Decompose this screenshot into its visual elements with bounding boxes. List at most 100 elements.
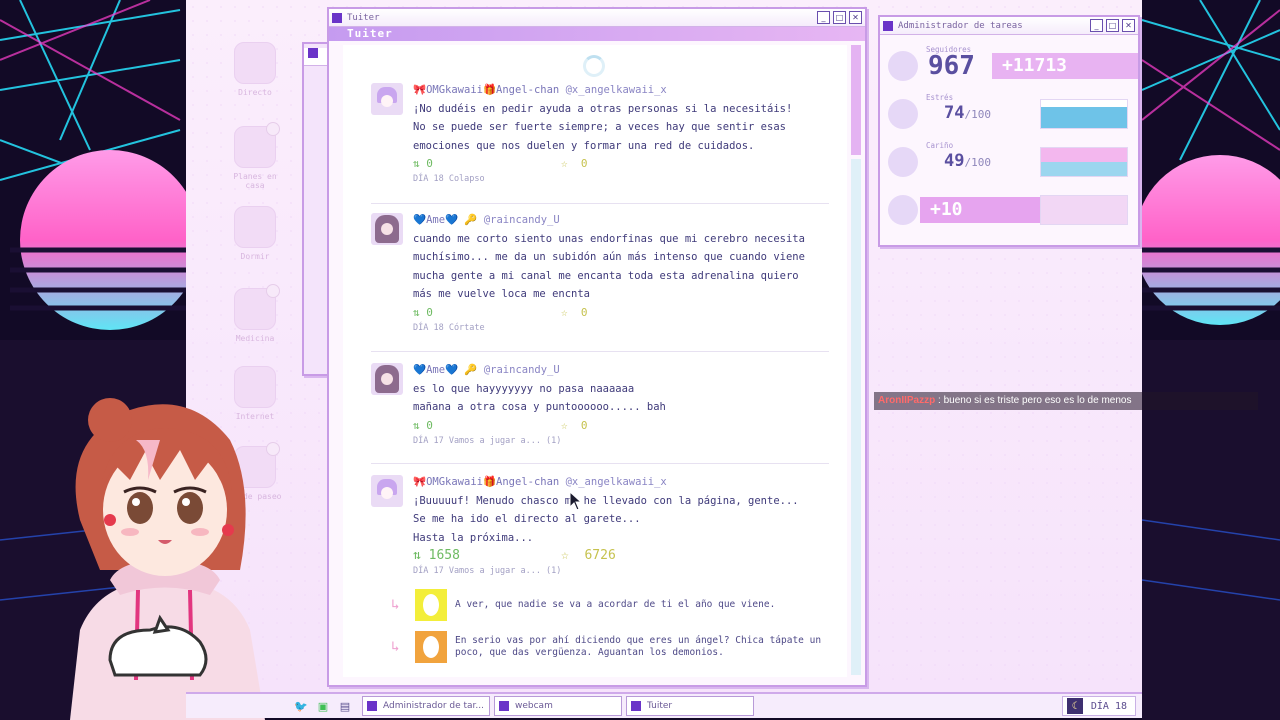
tweet[interactable]: 💙Ame💙 🔑 @raincandy_U es lo que hayyyyyyy… <box>371 361 829 464</box>
window-icon <box>332 12 342 23</box>
avatar-angel[interactable] <box>371 475 403 507</box>
affection-bar <box>1040 147 1128 177</box>
retweet-button[interactable]: ⇅ 0 <box>413 304 561 322</box>
window-icon <box>499 701 509 711</box>
tweet-text-line: emociones que nos duelen y formar una re… <box>413 139 755 152</box>
desktop-icon-medicine[interactable]: Medicina <box>222 284 288 343</box>
tweet-handle[interactable]: @x_angelkawaii_x <box>566 476 667 488</box>
window-icon <box>367 701 377 711</box>
favorite-count: 0 <box>580 418 588 432</box>
bed-icon <box>234 206 276 248</box>
minimize-button[interactable]: _ <box>1090 19 1103 32</box>
maximize-button[interactable]: □ <box>833 11 846 24</box>
reply-arrow-icon: ↳ <box>391 597 400 613</box>
desktop-icon-stream[interactable]: Directo <box>222 42 288 97</box>
chat-text: bueno si es triste pero eso es lo de men… <box>943 395 1132 406</box>
favorite-button[interactable]: ☆ 0 <box>561 155 588 173</box>
divider <box>371 463 829 464</box>
favorite-button[interactable]: ☆ 0 <box>561 304 588 322</box>
avatar-ame[interactable] <box>371 363 403 395</box>
tuiter-window[interactable]: Tuiter _ □ ✕ Tuiter 🎀OMGkawaii🎁Angel-cha… <box>327 7 867 687</box>
scrollbar-thumb[interactable] <box>851 45 861 155</box>
computer-icon[interactable]: ▤ <box>336 697 354 715</box>
stat-max: /100 <box>964 156 991 169</box>
divider <box>371 203 829 204</box>
reply-text: En serio vas por ahí diciendo que eres u… <box>455 635 822 658</box>
tweet-text-line: cuando me corto siento unas endorfinas q… <box>413 232 805 245</box>
retweet-button[interactable]: ⇅ 0 <box>413 417 561 435</box>
tweet-handle[interactable]: @x_angelkawaii_x <box>566 84 667 96</box>
tweet-handle[interactable]: @raincandy_U <box>484 214 560 226</box>
close-button[interactable]: ✕ <box>849 11 862 24</box>
tuiter-titlebar[interactable]: Tuiter _ □ ✕ <box>329 9 865 27</box>
day-label: DÍA 18 <box>1090 700 1127 712</box>
chat-icon[interactable]: ▣ <box>314 697 332 715</box>
avatar-angel[interactable] <box>371 83 403 115</box>
retweet-icon: ⇅ <box>413 418 420 432</box>
favorite-button[interactable]: ☆ 0 <box>561 417 588 435</box>
tweet-feed[interactable]: 🎀OMGkawaii🎁Angel-chan @x_angelkawaii_x ¡… <box>343 45 847 677</box>
tuiter-header: Tuiter <box>329 27 865 41</box>
favorite-count: 0 <box>580 305 588 319</box>
tweet-text-line: muchísimo... me da un subidón aún más in… <box>413 251 805 263</box>
stat-label: Estrés <box>926 93 954 102</box>
avatar-ame[interactable] <box>371 213 403 245</box>
video-icon <box>234 42 276 84</box>
taskbar: 🐦 ▣ ▤ Administrador de tar... webcam Tui… <box>186 692 1142 718</box>
maximize-button[interactable]: □ <box>1106 19 1119 32</box>
tweet-meta: DÍA 17 Vamos a jugar a... (1) <box>413 566 562 576</box>
stress-icon <box>888 99 918 129</box>
stress-bar-fill <box>1041 107 1127 128</box>
tweet-text-line: mucha gente a mi canal me encanta toda e… <box>413 269 799 282</box>
scrollbar-track[interactable] <box>851 159 861 675</box>
taskbar-item-webcam[interactable]: webcam <box>494 696 622 716</box>
window-icon <box>308 48 318 58</box>
tweet[interactable]: 🎀OMGkawaii🎁Angel-chan @x_angelkawaii_x ¡… <box>371 81 829 204</box>
tweet-author[interactable]: 💙Ame💙 🔑 <box>413 364 478 376</box>
taskbar-item-task-manager[interactable]: Administrador de tar... <box>362 696 490 716</box>
stat-value: 967 <box>928 51 975 81</box>
tweet[interactable]: 💙Ame💙 🔑 @raincandy_U cuando me corto sie… <box>371 211 829 352</box>
bird-icon[interactable]: 🐦 <box>292 697 310 715</box>
reply[interactable]: ↳ A ver, que nadie se va a acordar de ti… <box>391 588 829 622</box>
tweet-author[interactable]: 🎀OMGkawaii🎁Angel-chan <box>413 84 559 96</box>
desktop-icon-sleep[interactable]: Dormir <box>222 206 288 261</box>
reply[interactable]: ↳ En serio vas por ahí diciendo que eres… <box>391 630 829 664</box>
extra-bar <box>1040 195 1128 225</box>
tweet-meta: DÍA 18 Córtate <box>413 322 485 333</box>
tweet-author[interactable]: 💙Ame💙 🔑 <box>413 214 478 226</box>
tweet-text-line: No se puede ser fuerte siempre; a veces … <box>413 121 786 133</box>
stat-followers: Seguidores 967 +11713 <box>888 45 1138 85</box>
retweet-button[interactable]: ⇅ 1658 <box>413 547 561 565</box>
stat-max: /100 <box>964 108 991 121</box>
minimize-button[interactable]: _ <box>817 11 830 24</box>
retweet-icon: ⇅ <box>413 157 420 170</box>
vtuber-avatar <box>70 398 265 720</box>
desktop-icon-home[interactable]: Planes en casa <box>222 122 288 190</box>
retweet-button[interactable]: ⇅ 0 <box>413 155 561 173</box>
day-indicator: ☾ DÍA 18 <box>1061 696 1136 716</box>
tweet-author[interactable]: 🎀OMGkawaii🎁Angel-chan <box>413 476 559 488</box>
favorite-button[interactable]: ☆ 6726 <box>561 547 616 565</box>
tweet[interactable]: 🎀OMGkawaii🎁Angel-chan @x_angelkawaii_x ¡… <box>371 473 829 583</box>
stat-value: 49 <box>944 151 965 171</box>
chat-username: AronIIPazzp <box>878 395 936 406</box>
taskbar-item-tuiter[interactable]: Tuiter <box>626 696 754 716</box>
tweet-text-line: ¡No dudéis en pedir ayuda a otras person… <box>413 102 793 115</box>
star-icon: ☆ <box>561 157 568 170</box>
tweet-handle[interactable]: @raincandy_U <box>484 364 560 376</box>
left-sun <box>20 150 200 330</box>
reply-arrow-icon: ↳ <box>391 639 400 655</box>
tweet-text-line: Hasta la próxima... <box>413 531 534 544</box>
reply-avatar[interactable] <box>415 589 447 621</box>
divider <box>371 351 829 352</box>
retweet-icon: ⇅ <box>413 548 421 563</box>
task-manager-window[interactable]: Administrador de tareas _ □ ✕ Seguidores… <box>878 15 1140 247</box>
stat-extra: +10 <box>888 189 1130 229</box>
reply-avatar[interactable] <box>415 631 447 663</box>
status-icon <box>888 195 918 225</box>
tweet-text-line: ¡Buuuuuf! Menudo chasco me he llevado co… <box>413 494 799 507</box>
close-button[interactable]: ✕ <box>1122 19 1135 32</box>
task-manager-titlebar[interactable]: Administrador de tareas _ □ ✕ <box>880 17 1138 35</box>
reply-text: A ver, que nadie se va a acordar de ti e… <box>455 599 776 610</box>
